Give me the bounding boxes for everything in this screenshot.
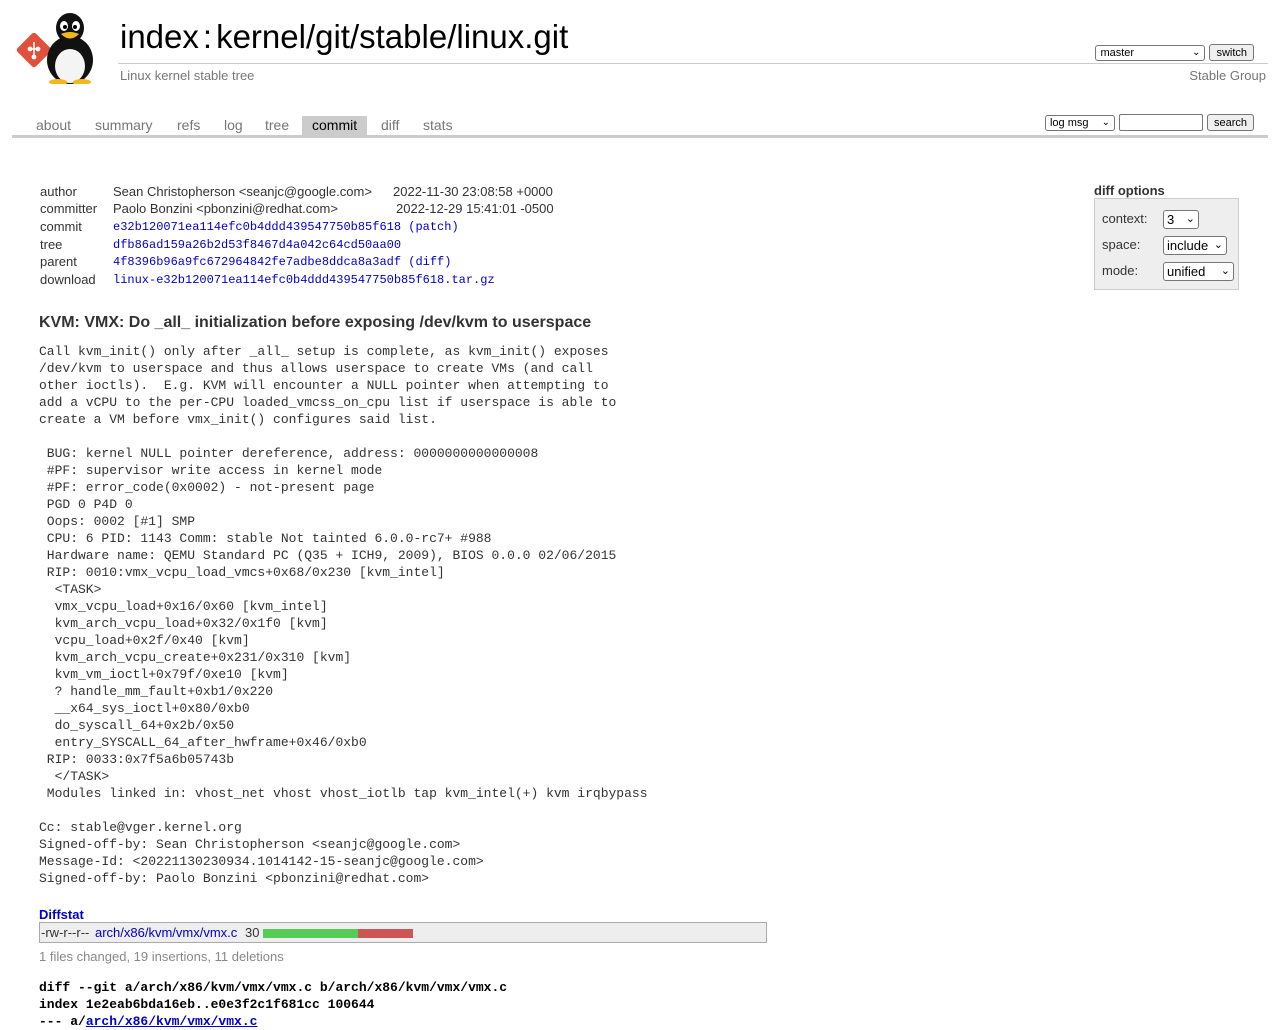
download-link[interactable]: linux-e32b120071ea114efc0b4ddd439547750b… [113, 273, 495, 287]
commit-hash-link[interactable]: e32b120071ea114efc0b4ddd439547750b85f618 [113, 220, 401, 234]
tab-summary[interactable]: summary [85, 116, 163, 135]
diff-index-line: index 1e2eab6bda16eb..e0e3f2c1f681cc 100… [39, 997, 375, 1012]
switch-button[interactable]: switch [1209, 44, 1254, 61]
page-header: index: kernel/git/stable/linux.git Linux … [0, 0, 1280, 100]
tab-tree[interactable]: tree [255, 116, 299, 135]
download-label: download [40, 272, 96, 287]
diffstat-file-link[interactable]: arch/x86/kvm/vmx/vmx.c [95, 925, 237, 940]
search-button[interactable]: search [1206, 114, 1254, 131]
context-select-value: 3 [1167, 212, 1175, 227]
tab-diff[interactable]: diff [371, 116, 409, 135]
chevron-down-icon: ⌄ [1213, 239, 1223, 251]
space-select[interactable]: include ⌄ [1163, 236, 1227, 255]
patch-link[interactable]: (patch) [408, 220, 458, 234]
parent-hash-link[interactable]: 4f8396b96a9fc672964842fe7adbe8ddca8a3adf [113, 255, 401, 269]
header-divider [118, 63, 1268, 64]
page-title: index: kernel/git/stable/linux.git [120, 18, 568, 56]
insertions-bar [263, 929, 358, 938]
title-separator: : [202, 18, 213, 55]
branch-select[interactable]: master ⌄ [1095, 44, 1206, 61]
tree-hash-link[interactable]: dfb86ad159a26b2d53f8467d4a042c64cd50aa00 [113, 238, 401, 252]
index-link[interactable]: index [120, 18, 199, 55]
committer-label: committer [40, 201, 98, 216]
diff-old-file-link[interactable]: arch/x86/kvm/vmx/vmx.c [86, 1014, 258, 1029]
search-mode-value: log msg [1049, 116, 1089, 129]
search-mode-select[interactable]: log msg ⌄ [1044, 114, 1115, 131]
diff-git-line: diff --git a/arch/x86/kvm/vmx/vmx.c b/ar… [39, 980, 508, 995]
parent-hash-group: 4f8396b96a9fc672964842fe7adbe8ddca8a3adf… [113, 255, 451, 269]
tab-refs[interactable]: refs [167, 116, 210, 135]
mode-label: mode: [1102, 263, 1139, 278]
branch-select-value: master [1100, 46, 1135, 59]
file-mode: -rw-r--r-- [41, 925, 90, 940]
tab-log[interactable]: log [214, 116, 253, 135]
repo-link[interactable]: kernel/git/stable/linux.git [216, 18, 568, 55]
diffstat-changes: 30 [245, 925, 260, 940]
diff-link[interactable]: (diff) [408, 255, 451, 269]
tree-label: tree [40, 237, 63, 252]
diff-options-panel: context: 3 ⌄ space: include ⌄ mode: unif… [1094, 198, 1239, 290]
diff-header: diff --git a/arch/x86/kvm/vmx/vmx.c b/ar… [39, 979, 507, 1030]
space-select-value: include [1167, 238, 1209, 253]
parent-label: parent [40, 254, 77, 269]
repo-owner: Stable Group [1189, 68, 1266, 83]
tux-git-logo[interactable] [14, 12, 110, 84]
chevron-down-icon: ⌄ [1220, 265, 1230, 277]
branch-switch-form: master ⌄ switch [1095, 44, 1254, 61]
chevron-down-icon: ⌄ [1101, 116, 1110, 128]
committer-value: Paolo Bonzini <pbonzini@redhat.com> [113, 201, 338, 216]
context-label: context: [1102, 211, 1148, 226]
commit-message: Call kvm_init() only after _all_ setup i… [39, 344, 648, 886]
search-form: log msg ⌄ search [1044, 114, 1254, 131]
diffstat-header-link[interactable]: Diffstat [39, 907, 84, 922]
commit-label: commit [40, 219, 82, 234]
author-value: Sean Christopherson <seanjc@google.com> [113, 184, 372, 199]
diff-old-prefix: --- a/ [39, 1014, 86, 1029]
space-label: space: [1102, 237, 1141, 252]
author-label: author [40, 184, 77, 199]
commit-subject: KVM: VMX: Do _all_ initialization before… [39, 314, 592, 331]
tab-about[interactable]: about [26, 116, 81, 135]
search-input[interactable] [1118, 114, 1203, 131]
chevron-down-icon: ⌄ [1192, 46, 1201, 58]
tab-stats[interactable]: stats [413, 116, 463, 135]
deletions-bar [358, 929, 413, 938]
context-select[interactable]: 3 ⌄ [1163, 210, 1199, 229]
commit-hash-group: e32b120071ea114efc0b4ddd439547750b85f618… [113, 220, 459, 234]
mode-select[interactable]: unified ⌄ [1163, 262, 1234, 281]
diff-options-title: diff options [1094, 183, 1165, 198]
committer-date: 2022-12-29 15:41:01 -0500 [396, 201, 554, 216]
repo-description: Linux kernel stable tree [120, 68, 255, 83]
tab-commit[interactable]: commit [302, 116, 368, 135]
author-date: 2022-11-30 23:08:58 +0000 [393, 184, 553, 199]
mode-select-value: unified [1167, 264, 1206, 279]
chevron-down-icon: ⌄ [1185, 213, 1195, 225]
diffstat-table: -rw-r--r-- arch/x86/kvm/vmx/vmx.c 30 [39, 922, 767, 943]
diffstat-summary: 1 files changed, 19 insertions, 11 delet… [39, 949, 284, 964]
